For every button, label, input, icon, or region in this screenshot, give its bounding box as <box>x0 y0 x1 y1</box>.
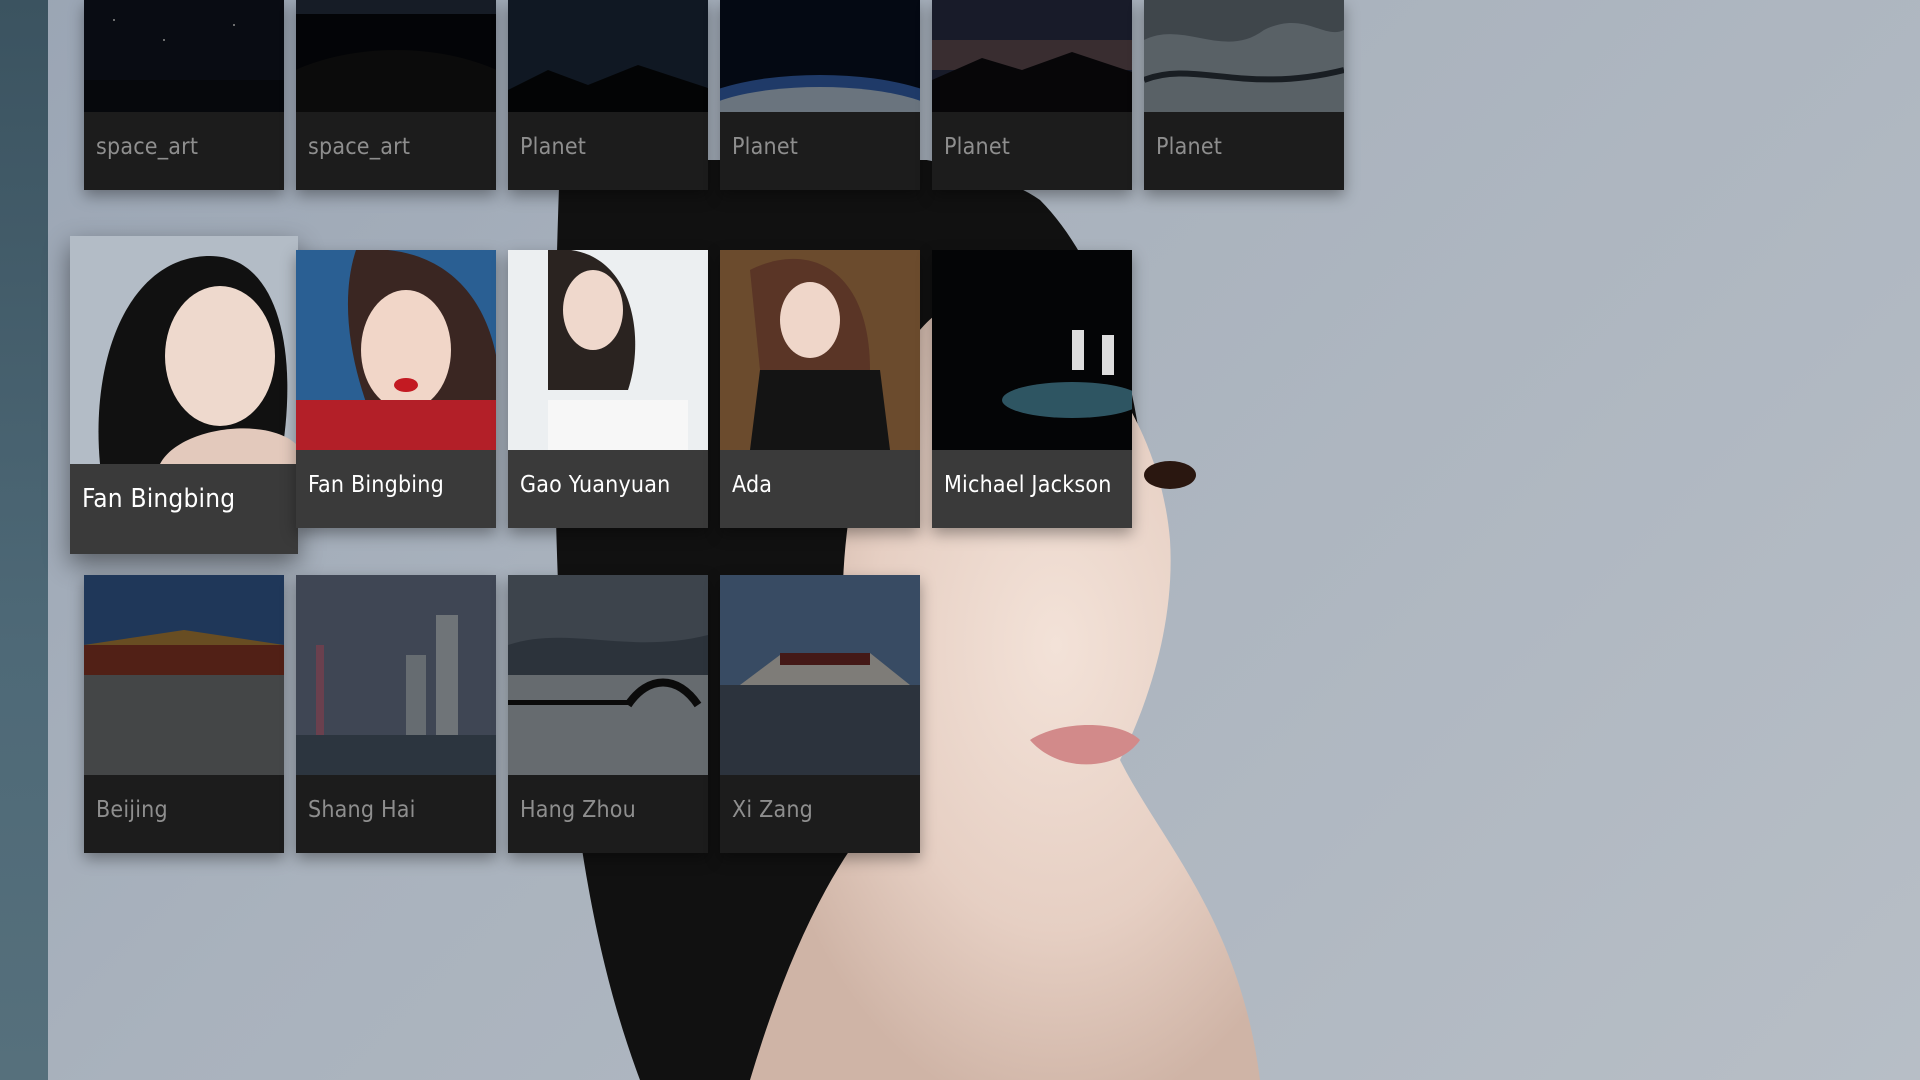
earth-night-thumbnail <box>296 0 496 112</box>
tile-ada[interactable]: Ada <box>720 250 920 528</box>
tile-gao-yuanyuan[interactable]: Gao Yuanyuan <box>508 250 708 528</box>
ada-thumbnail <box>720 250 920 450</box>
tile-label: Gao Yuanyuan <box>520 472 671 498</box>
tile-label: Planet <box>732 134 799 160</box>
tile-fan-bingbing-focused[interactable]: Fan Bingbing <box>70 236 298 554</box>
tile-planet-3[interactable]: Planet <box>932 0 1132 190</box>
tile-planet-2[interactable]: Planet <box>720 0 920 190</box>
hangzhou-thumbnail <box>508 575 708 775</box>
tile-label: space_art <box>96 134 199 160</box>
tile-label: Shang Hai <box>308 797 416 823</box>
mountain-night-thumbnail <box>508 0 708 112</box>
tile-label: space_art <box>308 134 411 160</box>
tile-label: Xi Zang <box>732 797 814 823</box>
milkyway-mountain-thumbnail <box>932 0 1132 112</box>
michael-jackson-thumbnail <box>932 250 1132 450</box>
tile-label: Planet <box>1156 134 1223 160</box>
earth-glow-thumbnail <box>720 0 920 112</box>
shanghai-thumbnail <box>296 575 496 775</box>
tile-label: Planet <box>520 134 587 160</box>
tile-label: Hang Zhou <box>520 797 636 823</box>
tile-space-art-2[interactable]: space_art <box>296 0 496 190</box>
beijing-thumbnail <box>84 575 284 775</box>
earth-clouds-thumbnail <box>1144 0 1344 112</box>
tile-planet-4[interactable]: Planet <box>1144 0 1344 190</box>
tile-xi-zang[interactable]: Xi Zang <box>720 575 920 853</box>
tile-label: Fan Bingbing <box>82 484 236 514</box>
left-navigation-rail <box>0 0 48 1080</box>
tile-label: Michael Jackson <box>944 472 1112 498</box>
tile-planet-1[interactable]: Planet <box>508 0 708 190</box>
tile-label: Ada <box>732 472 773 498</box>
space-art-thumbnail <box>84 0 284 112</box>
tile-hang-zhou[interactable]: Hang Zhou <box>508 575 708 853</box>
tile-label: Fan Bingbing <box>308 472 444 498</box>
tile-label: Planet <box>944 134 1011 160</box>
tile-space-art-1[interactable]: space_art <box>84 0 284 190</box>
tile-shang-hai[interactable]: Shang Hai <box>296 575 496 853</box>
fan-bingbing-red-thumbnail <box>296 250 496 450</box>
gao-yuanyuan-thumbnail <box>508 250 708 450</box>
tile-label: Beijing <box>96 797 168 823</box>
tile-beijing[interactable]: Beijing <box>84 575 284 853</box>
fan-bingbing-thumbnail <box>70 236 298 464</box>
tile-fan-bingbing[interactable]: Fan Bingbing <box>296 250 496 528</box>
xizang-thumbnail <box>720 575 920 775</box>
tile-michael-jackson[interactable]: Michael Jackson <box>932 250 1132 528</box>
